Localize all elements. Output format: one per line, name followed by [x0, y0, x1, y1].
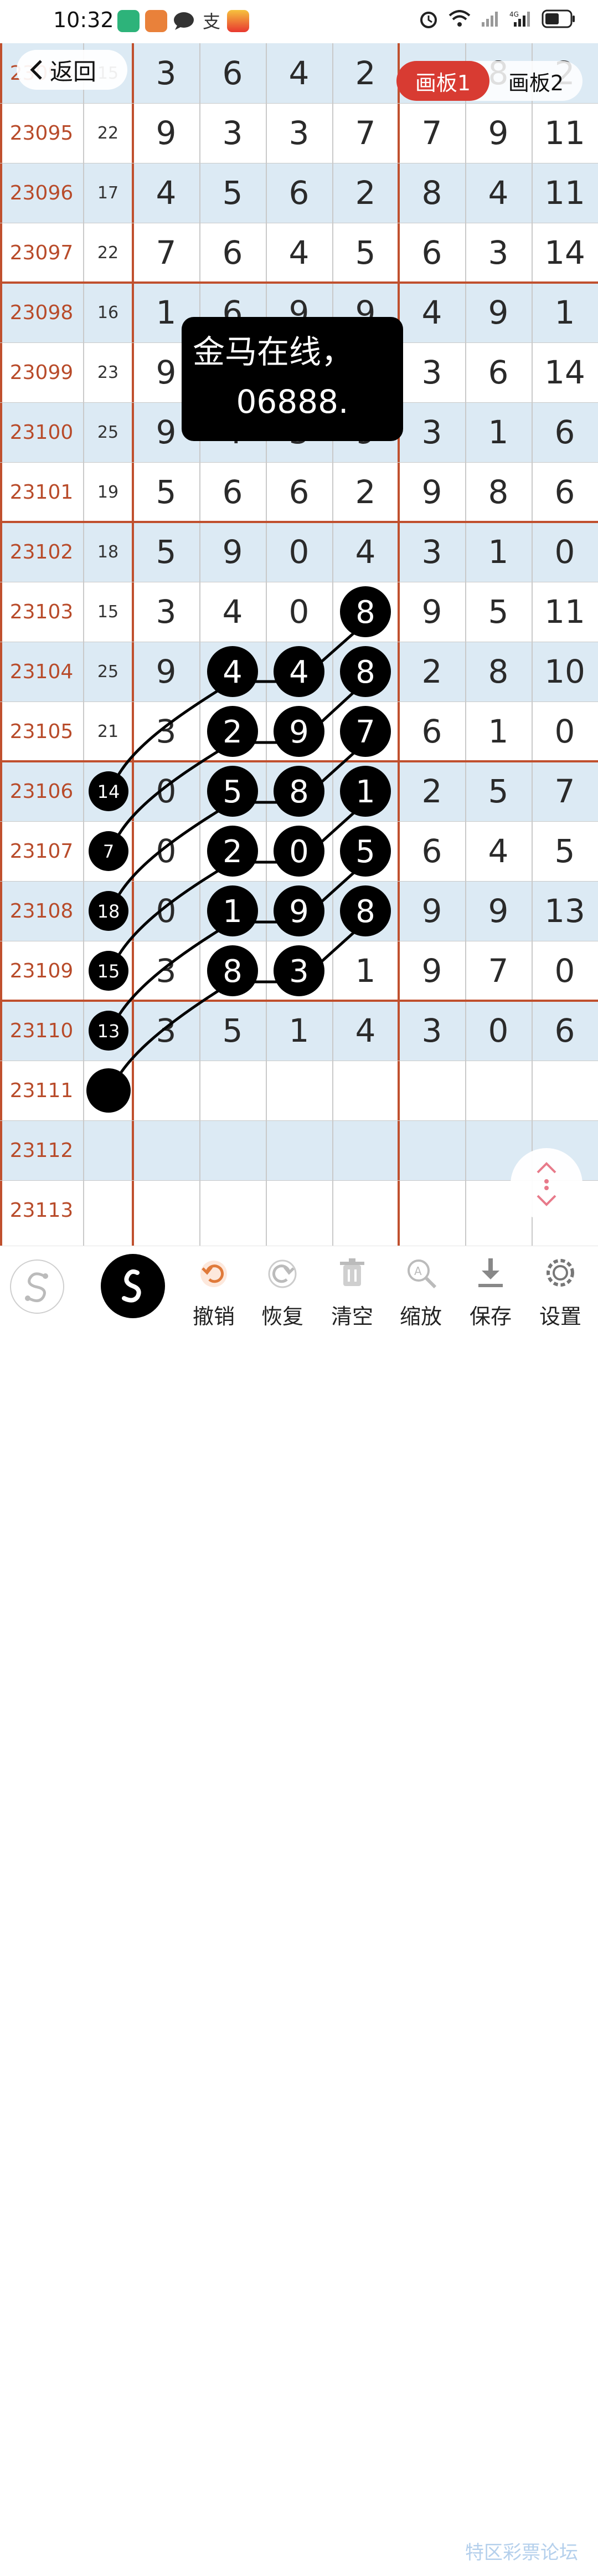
highlight-digit: 5: [223, 774, 243, 810]
zoom-label: 缩放: [399, 1304, 442, 1329]
gear-icon: [547, 1259, 574, 1287]
svg-text:4G: 4G: [509, 11, 519, 18]
clear-label: 清空: [331, 1304, 373, 1329]
status-time: 10:32: [53, 8, 114, 32]
highlight-digit: 8: [223, 954, 243, 990]
highlight-digit: 3: [289, 954, 309, 990]
game-notification-icon: [145, 10, 167, 32]
highlight-digit: 4: [223, 654, 243, 690]
sum-highlight-digit: 14: [97, 781, 120, 802]
zoom-icon: A: [408, 1259, 437, 1289]
signal-icon-2: 4G: [509, 11, 530, 27]
sum-highlight-digit: 15: [97, 961, 120, 982]
board-tabs: 画板1 画板2: [396, 61, 582, 101]
alarm-icon: [420, 12, 437, 28]
back-label: 返回: [50, 58, 97, 85]
sum-highlight-digit: 7: [103, 841, 114, 862]
pen-thin-button[interactable]: [10, 1259, 64, 1314]
vertical-arrows-icon: [537, 1162, 556, 1206]
highlight-digit: 8: [289, 774, 309, 810]
highlight-digit: 2: [223, 834, 243, 870]
undo-icon: [200, 1261, 227, 1287]
redo-button[interactable]: 恢复: [249, 1246, 316, 1330]
svg-text:A: A: [414, 1264, 422, 1278]
message-icon: [174, 12, 194, 30]
highlight-digit: 4: [289, 654, 309, 690]
highlight-digit: 1: [223, 894, 243, 930]
redo-label: 恢复: [261, 1304, 303, 1329]
highlight-digit: 5: [355, 834, 375, 870]
shopping-notification-icon: [227, 10, 249, 32]
sum-highlight-digit: 18: [97, 901, 120, 922]
highlight-digit: 1: [355, 774, 375, 810]
pen-s-outline-icon: [25, 1272, 48, 1302]
highlight-digit: 9: [289, 714, 309, 750]
pen-thick-button[interactable]: [101, 1254, 165, 1318]
highlight-digit: 2: [223, 714, 243, 750]
pen-s-solid-icon: [122, 1269, 141, 1303]
highlight-digit: 0: [289, 834, 309, 870]
battery-icon: [542, 9, 575, 28]
alipay-icon: 支: [203, 11, 220, 32]
status-bar: 10:32 支 4G: [0, 0, 598, 43]
sum-highlight-digit: 13: [97, 1021, 120, 1042]
wifi-icon: [448, 10, 471, 27]
svg-text:支: 支: [203, 11, 220, 32]
settings-label: 设置: [539, 1304, 581, 1329]
highlight-digit: 8: [355, 654, 375, 690]
save-button[interactable]: 保存: [457, 1246, 524, 1330]
highlight-digit: 9: [289, 894, 309, 930]
highlight-digit: 7: [355, 714, 375, 750]
toast-message: 金马在线， 06888.: [182, 317, 403, 441]
tab-board-1[interactable]: 画板1: [396, 61, 489, 101]
undo-label: 撤销: [192, 1304, 235, 1329]
clear-button[interactable]: 清空: [319, 1246, 385, 1330]
toast-line-1: 金马在线，: [193, 333, 354, 371]
highlight-digit: 8: [355, 595, 375, 631]
undo-button[interactable]: 撤销: [181, 1246, 247, 1330]
back-button[interactable]: 返回: [17, 50, 127, 90]
toast-line-2: 06888.: [236, 383, 349, 421]
chevron-left-icon: [30, 60, 42, 80]
status-indicators: 4G: [419, 9, 576, 29]
app-notification-icon: [117, 10, 140, 32]
watermark: 特区彩票论坛: [465, 2542, 578, 2564]
scroll-toggle-button[interactable]: [511, 1148, 582, 1220]
bottom-toolbar: 撤销 恢复 清空 A 缩放 保存 设置 特区彩票论坛: [0, 1246, 598, 2564]
settings-button[interactable]: 设置: [527, 1246, 594, 1330]
download-icon: [478, 1258, 503, 1287]
signal-icon-1: [482, 12, 498, 27]
redo-icon: [268, 1259, 297, 1288]
drawing-overlay[interactable]: 8 4 4 8 2 9 7 5 8 1 2 0 5 1 9 8 8 3 14 7 18 15 13: [0, 43, 598, 1246]
tab-board-2[interactable]: 画板2: [489, 61, 582, 101]
prediction-dot: [86, 1068, 131, 1113]
zoom-button[interactable]: A 缩放: [388, 1246, 454, 1330]
highlight-digit: 8: [355, 894, 375, 930]
save-label: 保存: [469, 1304, 512, 1329]
trash-icon: [340, 1258, 364, 1286]
